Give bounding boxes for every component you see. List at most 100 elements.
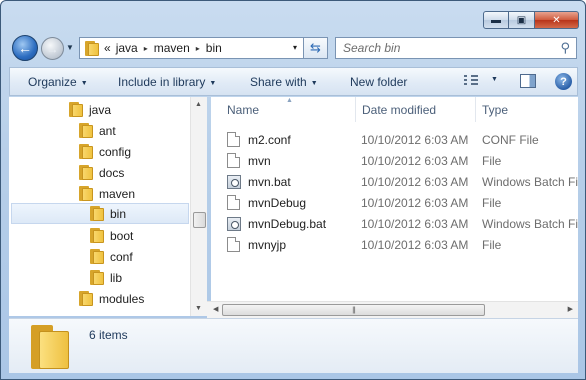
tree-item-label: ant	[99, 123, 116, 138]
tree-item-boot[interactable]: boot	[90, 225, 133, 246]
tree-item-label: lib	[110, 270, 123, 285]
minimize-button[interactable]: ▬	[483, 11, 509, 29]
scroll-right-arrow[interactable]: ▶	[568, 305, 573, 313]
close-button[interactable]: ✕	[535, 11, 579, 29]
file-list: ▲ Name Date modified Type m2.conf 10/10/…	[211, 97, 578, 316]
tree-item-label: java	[89, 102, 112, 117]
folder-icon	[79, 186, 93, 201]
folder-icon	[85, 40, 99, 56]
scroll-up-arrow[interactable]: ▲	[195, 101, 202, 108]
search-icon[interactable]: ⚲	[560, 40, 570, 56]
breadcrumb-maven[interactable]: maven	[154, 41, 190, 55]
tree-item-maven[interactable]: maven	[79, 183, 135, 204]
file-date: 10/10/2012 6:03 AM	[361, 237, 469, 252]
back-button[interactable]: ←	[12, 35, 38, 61]
command-bar: Organize ▼ Include in library ▼ Share with…	[9, 67, 578, 96]
file-icon	[227, 195, 240, 210]
scroll-down-arrow[interactable]: ▼	[195, 305, 202, 312]
navigation-scrollbar[interactable]: ▲ ▼	[190, 97, 207, 316]
tree-item-conf[interactable]: conf	[90, 246, 133, 267]
column-divider[interactable]	[475, 97, 476, 122]
file-row[interactable]: mvnDebug 10/10/2012 6:03 AM File	[227, 192, 578, 213]
organize-button[interactable]: Organize ▼	[28, 75, 88, 89]
file-row[interactable]: mvn.bat 10/10/2012 6:03 AM Windows Batch…	[227, 171, 578, 192]
tree-item-label: maven	[99, 186, 136, 201]
tree-item-label: modules	[99, 291, 145, 306]
chevron-right-icon[interactable]: ▸	[196, 44, 200, 53]
tree-item-label: bin	[110, 206, 127, 221]
view-options-dropdown[interactable]: ▼	[491, 76, 498, 83]
folder-icon	[90, 270, 104, 285]
maximize-button[interactable]: ▣	[509, 11, 535, 29]
file-list-scrollbar[interactable]: ◀ ||| ▶	[207, 301, 578, 318]
view-options-icon[interactable]	[464, 75, 478, 87]
folder-icon	[90, 228, 104, 243]
refresh-button[interactable]: ⇆	[304, 37, 328, 59]
file-row[interactable]: m2.conf 10/10/2012 6:03 AM CONF File	[227, 129, 578, 150]
tree-item-label: conf	[110, 249, 133, 264]
forward-button[interactable]: →	[41, 37, 64, 60]
file-row[interactable]: mvn 10/10/2012 6:03 AM File	[227, 150, 578, 171]
tree-item-modules[interactable]: modules	[79, 288, 144, 309]
tree-item-docs[interactable]: docs	[79, 162, 124, 183]
back-arrow-icon: ←	[18, 40, 32, 56]
file-row[interactable]: mvnyjp 10/10/2012 6:03 AM File	[227, 234, 578, 255]
address-bar[interactable]: « java ▸ maven ▸ bin ▾	[79, 37, 304, 59]
tree-item-label: docs	[99, 165, 125, 180]
tree-item-label: config	[99, 144, 132, 159]
item-count: 6 items	[89, 328, 128, 342]
file-type: File	[482, 195, 502, 210]
share-with-button[interactable]: Share with ▼	[250, 75, 318, 89]
file-date: 10/10/2012 6:03 AM	[361, 174, 469, 189]
navigation-pane: java ant config docs maven bin boot conf…	[9, 97, 207, 316]
scroll-thumb[interactable]	[193, 212, 206, 228]
new-folder-button[interactable]: New folder	[350, 75, 407, 89]
sort-ascending-icon: ▲	[286, 97, 293, 104]
include-in-library-button[interactable]: Include in library ▼	[118, 75, 216, 89]
file-name: mvnDebug	[248, 195, 307, 210]
scroll-left-arrow[interactable]: ◀	[213, 305, 218, 313]
file-icon	[227, 237, 240, 252]
file-icon	[227, 132, 240, 147]
recent-pages-dropdown[interactable]: ▼	[66, 43, 74, 52]
breadcrumb-bin[interactable]: bin	[206, 41, 222, 55]
folder-icon	[79, 123, 93, 138]
forward-arrow-icon: →	[46, 41, 59, 56]
chevron-down-icon: ▼	[310, 80, 318, 87]
chevron-down-icon: ▼	[80, 80, 88, 87]
caption-buttons: ▬ ▣ ✕	[483, 11, 579, 29]
column-divider[interactable]	[355, 97, 356, 122]
folder-icon	[90, 206, 104, 221]
scroll-thumb[interactable]: |||	[222, 304, 485, 316]
breadcrumb-java[interactable]: java	[116, 41, 138, 55]
search-input[interactable]: Search bin ⚲	[335, 37, 577, 59]
tree-item-config[interactable]: config	[79, 141, 131, 162]
column-header-type[interactable]: Type	[482, 103, 508, 117]
file-date: 10/10/2012 6:03 AM	[361, 195, 469, 210]
file-date: 10/10/2012 6:03 AM	[361, 216, 469, 231]
file-name: m2.conf	[248, 132, 291, 147]
address-history-dropdown[interactable]: ▾	[293, 43, 297, 52]
file-row[interactable]: mvnDebug.bat 10/10/2012 6:03 AM Windows …	[227, 213, 578, 234]
batch-file-icon	[227, 216, 241, 231]
breadcrumb-overflow[interactable]: «	[104, 41, 111, 55]
folder-icon	[90, 249, 104, 264]
preview-pane-icon[interactable]	[520, 74, 536, 88]
help-icon[interactable]: ?	[555, 73, 572, 90]
folder-icon	[79, 165, 93, 180]
column-header-date-modified[interactable]: Date modified	[362, 103, 436, 117]
batch-file-icon	[227, 174, 241, 189]
refresh-icon: ⇆	[310, 40, 321, 55]
include-in-library-label: Include in library	[118, 75, 206, 89]
tree-item-lib[interactable]: lib	[90, 267, 122, 288]
file-date: 10/10/2012 6:03 AM	[361, 132, 469, 147]
folder-icon	[79, 291, 93, 306]
file-date: 10/10/2012 6:03 AM	[361, 153, 469, 168]
tree-item-bin[interactable]: bin	[11, 203, 189, 224]
tree-item-ant[interactable]: ant	[79, 120, 116, 141]
column-header-name[interactable]: Name	[227, 103, 259, 117]
folder-icon	[69, 102, 83, 117]
file-name: mvnDebug.bat	[248, 216, 327, 231]
chevron-right-icon[interactable]: ▸	[144, 44, 148, 53]
tree-item-java[interactable]: java	[69, 99, 111, 120]
